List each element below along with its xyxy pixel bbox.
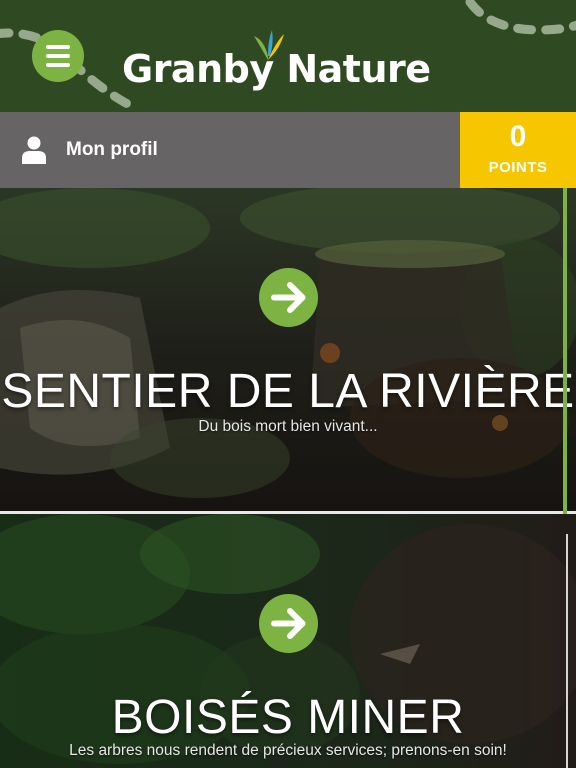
app-header: Granby Nature bbox=[0, 0, 576, 112]
trail-title: SENTIER DE LA RIVIÈRE bbox=[1, 365, 575, 418]
trail-card-boises-miner[interactable]: BOISÉS MINER Les arbres nous rendent de … bbox=[0, 514, 576, 768]
hamburger-menu-icon-line bbox=[46, 63, 70, 67]
hamburger-menu-icon bbox=[46, 45, 70, 49]
profile-label: Mon profil bbox=[66, 139, 158, 160]
user-icon bbox=[22, 136, 46, 164]
hamburger-menu-icon-line bbox=[46, 54, 70, 58]
trail-subtitle: Les arbres nous rendent de précieux serv… bbox=[69, 742, 507, 759]
leaf-sprout-icon bbox=[254, 30, 284, 60]
trail-subtitle: Du bois mort bien vivant... bbox=[198, 418, 378, 435]
arrow-right-icon bbox=[271, 608, 306, 639]
forest-photo-background bbox=[0, 188, 576, 511]
trail-card-sentier-de-la-riviere[interactable]: SENTIER DE LA RIVIÈRE Du bois mort bien … bbox=[0, 188, 576, 511]
open-trail-button[interactable] bbox=[259, 268, 318, 327]
trail-title: BOISÉS MINER bbox=[111, 691, 465, 744]
profile-button[interactable]: Mon profil bbox=[0, 112, 460, 188]
points-label: POINTS bbox=[488, 159, 548, 176]
trail-progress-line bbox=[563, 188, 567, 518]
open-trail-button[interactable] bbox=[259, 594, 318, 653]
menu-button[interactable] bbox=[32, 30, 84, 82]
arrow-right-icon bbox=[271, 282, 306, 313]
points-counter[interactable]: 0 POINTS bbox=[460, 112, 576, 188]
card-edge-line bbox=[566, 534, 568, 768]
points-value: 0 bbox=[509, 120, 527, 153]
